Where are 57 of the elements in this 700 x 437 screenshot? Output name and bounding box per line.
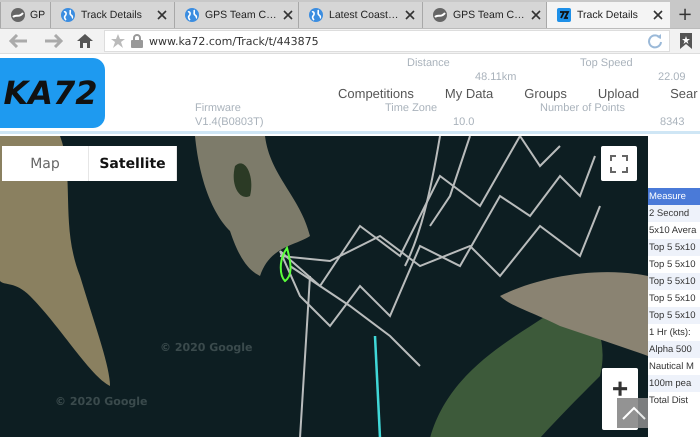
close-icon[interactable] xyxy=(405,10,415,20)
close-icon[interactable] xyxy=(653,10,663,20)
nav-link[interactable]: Groups xyxy=(524,86,567,101)
nav-link[interactable]: My Data xyxy=(444,86,494,101)
scroll-to-top-button[interactable] xyxy=(617,398,648,428)
table-cell: Top 5 5x10 xyxy=(648,239,700,256)
star-icon[interactable] xyxy=(111,34,125,48)
table-cell-text: 5x10 Avera xyxy=(648,224,698,238)
stat-label: Firmware xyxy=(195,102,242,114)
stat-value: 48.11km xyxy=(475,71,516,83)
site-icon xyxy=(185,8,199,22)
table-cell-text: Nautical M xyxy=(648,360,695,374)
browser-tab[interactable]: Track Details xyxy=(546,2,670,28)
site-icon xyxy=(11,8,25,22)
browser-tab[interactable]: GP xyxy=(0,2,50,28)
stat-label: Distance xyxy=(407,57,451,69)
browser-tab[interactable]: Latest Coast… xyxy=(298,2,422,28)
site-logo[interactable]: KA72 xyxy=(0,58,105,128)
bookmark-icon[interactable] xyxy=(680,33,692,49)
map-type-button[interactable]: Map xyxy=(2,146,89,181)
site-icon xyxy=(557,8,571,22)
stat-value: 8343 xyxy=(660,116,684,128)
nav-link[interactable]: Upload xyxy=(598,86,640,101)
browser-tab[interactable]: Track Details xyxy=(50,2,174,28)
site-icon xyxy=(61,8,75,22)
browser-tab[interactable]: GPS Team C… xyxy=(422,2,546,28)
table-cell: Top 5 5x10 xyxy=(648,273,700,290)
close-icon[interactable] xyxy=(157,10,167,20)
close-icon[interactable] xyxy=(282,10,293,20)
table-header: Measure xyxy=(648,188,700,205)
table-cell: 100m pea xyxy=(648,375,700,392)
new-tab-button[interactable]: + xyxy=(670,2,700,28)
fullscreen-icon xyxy=(610,154,628,172)
stat-label: Time Zone xyxy=(385,102,438,114)
site-icon xyxy=(433,8,447,22)
nav-link[interactable]: Sear xyxy=(670,86,698,101)
nav-link[interactable]: Competitions xyxy=(338,86,414,101)
browser-tab[interactable]: GPS Team C… xyxy=(174,2,298,28)
stat-value: 10.0 xyxy=(453,116,474,128)
table-cell-text: Top 5 5x10 xyxy=(648,258,696,272)
table-cell: 2 Second xyxy=(648,205,700,222)
lock-icon xyxy=(131,34,143,48)
stat-label: Top Speed xyxy=(580,57,634,69)
table-cell: Top 5 5x10 xyxy=(648,307,700,324)
stat-label: Number of Points xyxy=(540,102,626,114)
close-icon[interactable] xyxy=(530,10,541,20)
site-icon xyxy=(309,8,323,22)
address-bar[interactable]: www.ka72.com/Track/t/443875 xyxy=(104,30,670,52)
url-text: www.ka72.com/Track/t/443875 xyxy=(149,34,320,48)
stat-value: 22.09 xyxy=(658,71,686,83)
table-cell-text: 1 Hr (kts): xyxy=(648,326,692,340)
table-cell-text: Total Dist xyxy=(648,394,690,408)
stat-value: V1.4(B0803T) xyxy=(195,116,264,128)
fullscreen-button[interactable] xyxy=(601,146,637,181)
table-cell-text: Top 5 5x10 xyxy=(648,292,696,306)
chevron-up-icon xyxy=(622,406,646,420)
table-cell: Alpha 500 xyxy=(648,341,700,358)
